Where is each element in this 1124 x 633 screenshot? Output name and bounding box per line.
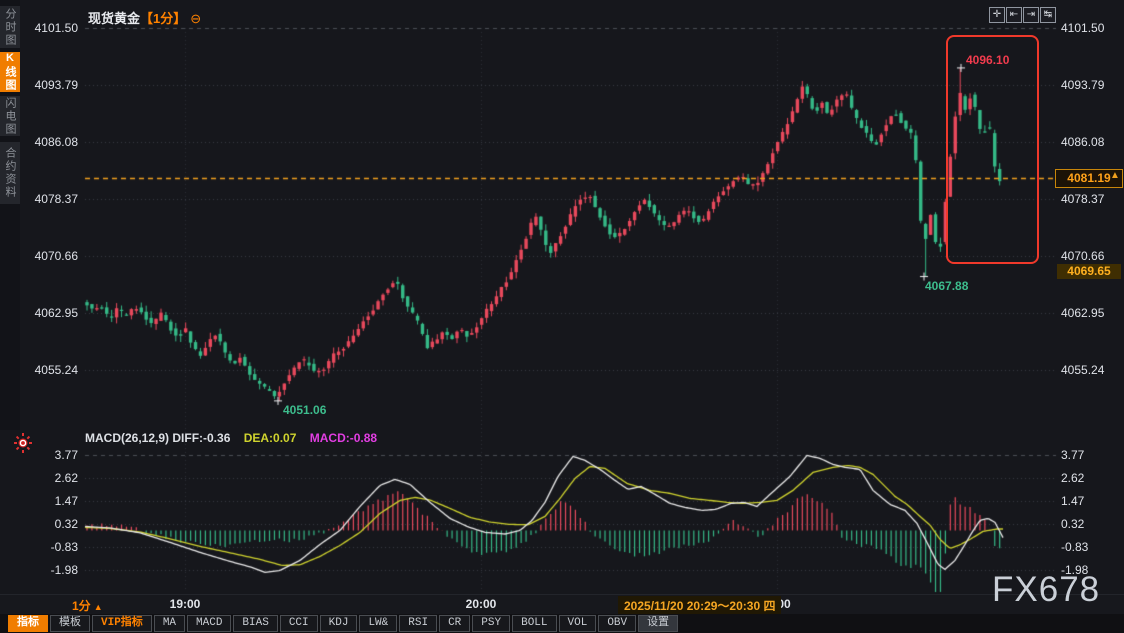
annotation-session-low: 4051.06 <box>283 403 326 417</box>
toolbar-item-指标[interactable]: 指标 <box>8 615 48 632</box>
macd-axis-label: 3.77 <box>1061 448 1084 462</box>
sidebar-tab-3[interactable]: 闪电图 <box>0 96 20 136</box>
price-axis-label: 4101.50 <box>1061 21 1104 35</box>
brand-watermark: FX678 <box>992 570 1100 610</box>
toolbar-item-OBV[interactable]: OBV <box>598 615 636 632</box>
macd-axis-label: 2.62 <box>1061 471 1084 485</box>
macd-axis-label: 0.32 <box>1061 517 1084 531</box>
sidebar-tab-1[interactable]: 分时图 <box>0 6 20 48</box>
toolbar-item-VOL[interactable]: VOL <box>559 615 597 632</box>
sidebar-tab-2[interactable]: K线图 <box>0 52 20 92</box>
toolbar-item-BOLL[interactable]: BOLL <box>512 615 556 632</box>
sidebar-tab-4[interactable]: 合约资料 <box>0 142 20 204</box>
trading-app: 分时图 K线图闪电图合约资料 现货黄金【1分】 ⊖ 4101.50 4093.79 40… <box>0 0 1124 633</box>
macd-diff-value: MACD(26,12,9) DIFF:-0.36 <box>85 431 230 445</box>
macd-hist-value: MACD:-0.88 <box>310 431 377 445</box>
time-tick-label: 20:00 <box>466 597 497 611</box>
price-axis-label: 4070.66 <box>1061 249 1104 263</box>
interval-selector-label: 1分 <box>72 599 91 613</box>
move-tool-icon[interactable]: ✛ <box>989 7 1005 23</box>
toolbar-item-PSY[interactable]: PSY <box>472 615 510 632</box>
symbol-name: 现货黄金 <box>88 11 140 26</box>
secondary-price-badge: 4069.65 <box>1057 264 1121 279</box>
macd-axis-label: 1.47 <box>0 494 78 508</box>
time-tick-label: 19:00 <box>170 597 201 611</box>
chart-type-sidebar: 分时图 K线图闪电图合约资料 <box>0 0 20 430</box>
macd-axis-label: 1.47 <box>1061 494 1084 508</box>
time-axis-row: 1分▲ 19:0020:00:00 2025/11/20 20:29～20:30… <box>0 594 1124 615</box>
toolbar-item-模板[interactable]: 模板 <box>50 615 90 632</box>
toolbar-item-CCI[interactable]: CCI <box>280 615 318 632</box>
toolbar-item-MA[interactable]: MA <box>154 615 185 632</box>
toolbar-item-CR[interactable]: CR <box>439 615 470 632</box>
annotation-spike-low: 4067.88 <box>925 279 968 293</box>
toolbar-item-LW&[interactable]: LW& <box>359 615 397 632</box>
macd-axis-label: -0.83 <box>1061 540 1088 554</box>
chart-title: 现货黄金【1分】 ⊖ <box>88 8 201 27</box>
annotation-session-high: 4096.10 <box>966 53 1009 67</box>
interval-dropdown-arrow-icon: ▲ <box>94 602 103 612</box>
toolbar-item-MACD[interactable]: MACD <box>187 615 231 632</box>
interval-selector[interactable]: 1分▲ <box>72 597 103 614</box>
pause-icon[interactable]: ⊖ <box>190 11 201 26</box>
toolbar-item-VIP指标[interactable]: VIP指标 <box>92 615 152 632</box>
compress-x-axis-icon[interactable]: ⇤ <box>1006 7 1022 23</box>
price-axis-label: 4086.08 <box>1061 135 1104 149</box>
time-range-tooltip: 2025/11/20 20:29～20:30 四 <box>618 596 781 615</box>
toolbar-item-设置[interactable]: 设置 <box>638 615 678 632</box>
toolbar-item-KDJ[interactable]: KDJ <box>320 615 358 632</box>
price-axis-label: 4055.24 <box>1061 363 1104 377</box>
price-axis-label: 4062.95 <box>1061 306 1104 320</box>
macd-axis-label: -0.83 <box>0 540 78 554</box>
macd-axis-label: 0.32 <box>0 517 78 531</box>
current-price-arrow-icon: ▲ <box>1110 170 1120 181</box>
shift-right-icon[interactable]: ↹ <box>1040 7 1056 23</box>
live-indicator-icon <box>12 431 34 460</box>
macd-legend: MACD(26,12,9) DIFF:-0.36 DEA:0.07 MACD:-… <box>85 431 377 445</box>
macd-axis-label: 2.62 <box>0 471 78 485</box>
interval-tag: 【1分】 <box>140 11 186 26</box>
macd-axis-label: -1.98 <box>0 563 78 577</box>
play-forward-icon[interactable]: ⇥ <box>1023 7 1039 23</box>
macd-dea-value: DEA:0.07 <box>244 431 297 445</box>
toolbar-item-RSI[interactable]: RSI <box>399 615 437 632</box>
indicator-toolbar: 指标模板VIP指标MAMACDBIASCCIKDJLW&RSICRPSYBOLL… <box>0 614 1124 633</box>
price-axis-label: 4078.37 <box>1061 192 1104 206</box>
toolbar-item-BIAS[interactable]: BIAS <box>233 615 277 632</box>
candlestick-chart-canvas[interactable] <box>0 0 1124 633</box>
price-axis-label: 4093.79 <box>1061 78 1104 92</box>
